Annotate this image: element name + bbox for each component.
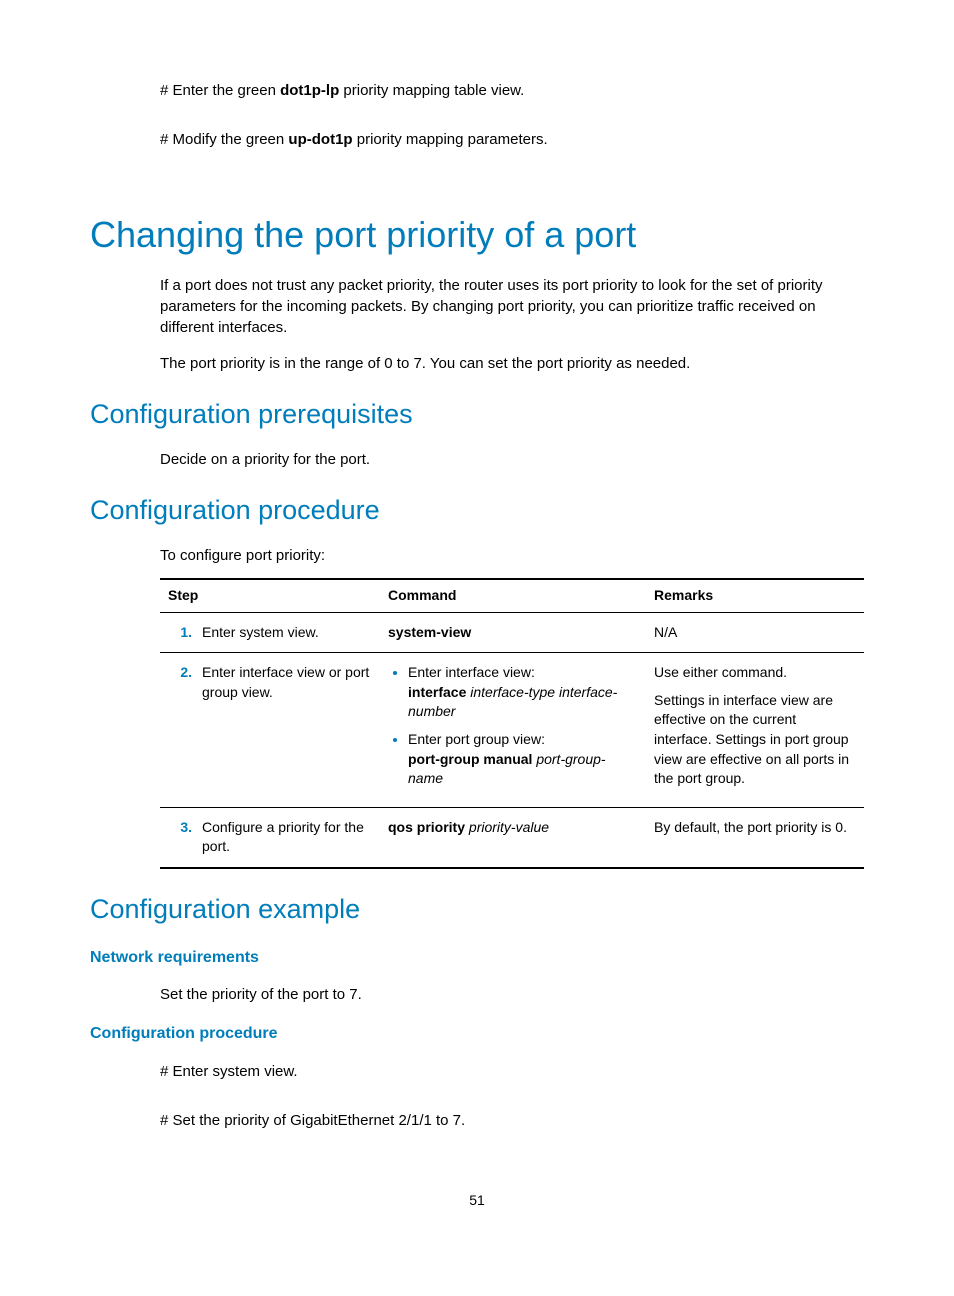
example-proc-line-2: # Set the priority of GigabitEthernet 2/… (160, 1110, 864, 1131)
intro-line-2: # Modify the green up-dot1p priority map… (160, 129, 864, 150)
th-command: Command (380, 579, 646, 612)
text: # Modify the green (160, 131, 288, 148)
heading-example: Configuration example (90, 891, 864, 929)
text: priority mapping parameters. (353, 131, 548, 148)
main-para-1: If a port does not trust any packet prio… (160, 275, 864, 338)
remarks-line: Use either command. (654, 663, 856, 683)
intro-line-1: # Enter the green dot1p-lp priority mapp… (160, 80, 864, 101)
step-command: qos priority priority-value (380, 807, 646, 868)
netreq-text: Set the priority of the port to 7. (160, 984, 864, 1005)
heading-procedure: Configuration procedure (90, 492, 864, 530)
step-remarks: Use either command. Settings in interfac… (646, 653, 864, 808)
bold-term: up-dot1p (288, 131, 352, 148)
step-number: 1. (160, 612, 192, 653)
procedure-intro: To configure port priority: (160, 545, 864, 566)
text: priority mapping table view. (339, 82, 524, 99)
table-row: 3. Configure a priority for the port. qo… (160, 807, 864, 868)
bullet-item: Enter interface view: interface interfac… (408, 663, 638, 722)
step-remarks: By default, the port priority is 0. (646, 807, 864, 868)
prereq-text: Decide on a priority for the port. (160, 449, 864, 470)
remarks-line: Settings in interface view are effective… (654, 691, 856, 789)
step-desc: Enter system view. (192, 612, 380, 653)
example-proc-line-1: # Enter system view. (160, 1061, 864, 1082)
step-remarks: N/A (646, 612, 864, 653)
cmd-bold: port-group manual (408, 751, 532, 767)
step-command: system-view (380, 612, 646, 653)
table-row: 1. Enter system view. system-view N/A (160, 612, 864, 653)
th-step: Step (160, 579, 380, 612)
step-number: 2. (160, 653, 192, 808)
step-desc: Configure a priority for the port. (192, 807, 380, 868)
cmd-bold: system-view (388, 624, 471, 640)
step-command: Enter interface view: interface interfac… (380, 653, 646, 808)
main-para-2: The port priority is in the range of 0 t… (160, 353, 864, 374)
step-desc: Enter interface view or port group view. (192, 653, 380, 808)
procedure-table: Step Command Remarks 1. Enter system vie… (160, 578, 864, 869)
th-remarks: Remarks (646, 579, 864, 612)
step-number: 3. (160, 807, 192, 868)
heading-prereq: Configuration prerequisites (90, 396, 864, 434)
cmd-italic: priority-value (465, 819, 549, 835)
bold-term: dot1p-lp (280, 82, 339, 99)
cmd-bold: interface (408, 684, 466, 700)
page-number: 51 (90, 1191, 864, 1211)
text: Enter port group view: (408, 731, 545, 747)
cmd-bold: qos priority (388, 819, 465, 835)
text: # Enter the green (160, 82, 280, 99)
heading-main: Changing the port priority of a port (90, 210, 864, 260)
text: Enter interface view: (408, 664, 535, 680)
heading-netreq: Network requirements (90, 947, 864, 969)
heading-example-proc: Configuration procedure (90, 1023, 864, 1045)
bullet-item: Enter port group view: port-group manual… (408, 730, 638, 789)
table-row: 2. Enter interface view or port group vi… (160, 653, 864, 808)
